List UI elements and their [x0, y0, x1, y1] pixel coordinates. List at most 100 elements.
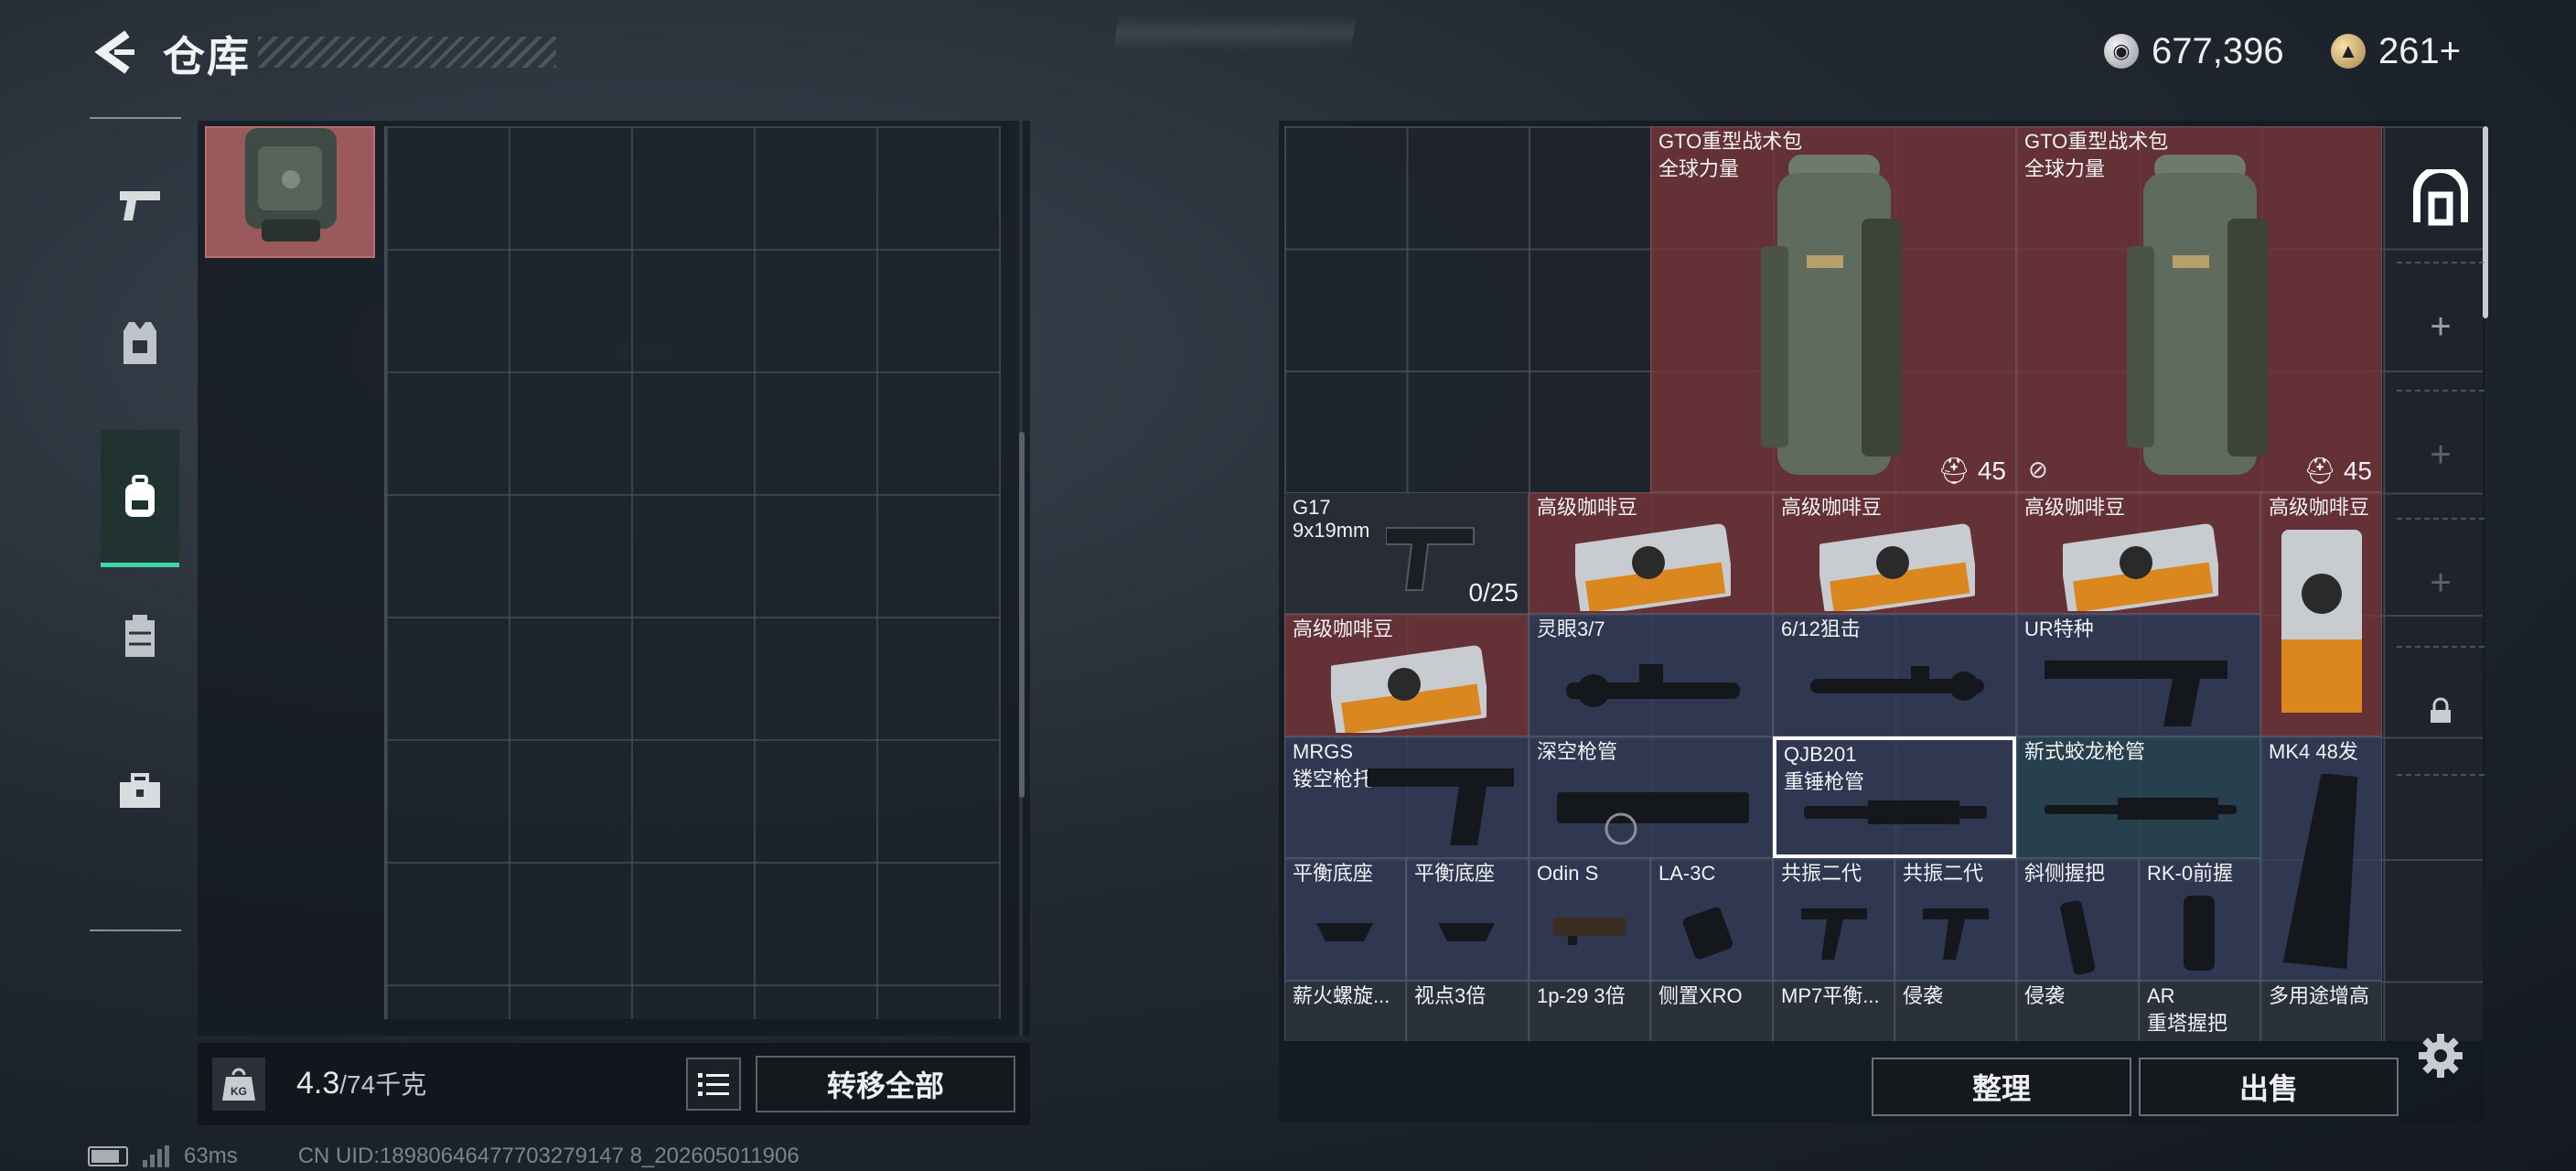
backpack-grid[interactable] — [384, 126, 1001, 1019]
transfer-all-button[interactable]: 转移全部 — [756, 1056, 1015, 1112]
inventory-item[interactable]: 侵袭 — [1894, 981, 2016, 1041]
stock-image — [2045, 661, 2227, 726]
backpack-footer: KG 4.3/74千克 转移全部 — [198, 1043, 1030, 1125]
item-name: UR特种 — [2024, 618, 2094, 640]
inventory-item[interactable]: MK4 48发 — [2260, 736, 2382, 981]
equipped-backpack-slot[interactable] — [205, 126, 375, 258]
category-armor[interactable] — [101, 274, 179, 412]
inventory-item[interactable]: GTO重型战术包 全球力量 ⊘ ⛑ 45 — [2016, 126, 2382, 492]
sort-button[interactable]: 整理 — [1872, 1058, 2131, 1116]
item-name: 多用途增高 — [2269, 984, 2370, 1007]
page-tab-locked[interactable] — [2397, 648, 2485, 776]
inventory-item[interactable]: 高级咖啡豆 — [1284, 614, 1529, 736]
item-name: QJB201 — [1784, 743, 1857, 766]
silver-currency[interactable]: ◉ 677,396 — [2104, 26, 2284, 77]
coffee-bag-image — [2063, 523, 2218, 611]
warehouse-grid[interactable]: GTO重型战术包 全球力量 ⛑ 45 GTO重型战术包 全球力量 ⊘ ⛑ 45 … — [1284, 126, 2483, 1041]
inventory-item[interactable]: 侧置XRO — [1650, 981, 1773, 1041]
page-tab-add[interactable]: + — [2397, 263, 2485, 392]
item-name: AR — [2147, 984, 2175, 1007]
warehouse-footer: 整理 出售 — [1279, 1045, 2485, 1123]
item-name: 侵袭 — [1903, 984, 1944, 1007]
category-backpack[interactable] — [101, 430, 179, 567]
inventory-item[interactable]: 视点3倍 — [1406, 981, 1529, 1041]
magazine-image — [2283, 774, 2358, 970]
inventory-item[interactable]: MRGS 镂空枪托 — [1284, 736, 1529, 858]
inventory-item[interactable]: 灵眼3/7 — [1529, 614, 1773, 736]
backpack-panel — [198, 121, 1030, 1036]
inventory-item-selected[interactable]: QJB201 重锤枪管 — [1773, 736, 2016, 858]
inventory-item[interactable]: 深空枪管 — [1529, 736, 1773, 858]
silver-currency-value: 677,396 — [2152, 30, 2284, 71]
backpack-scrollbar[interactable] — [1019, 432, 1025, 798]
barrel-image — [1557, 792, 1749, 845]
inventory-item[interactable]: Odin S — [1529, 858, 1650, 981]
settings-button[interactable] — [2413, 1028, 2468, 1083]
category-tools[interactable] — [101, 723, 179, 860]
inventory-item[interactable]: RK-0前握 — [2139, 858, 2260, 981]
barrel-image — [1804, 800, 1987, 824]
heavy-backpack-image — [1761, 155, 1902, 475]
inventory-item[interactable]: 薪火螺旋... — [1284, 981, 1406, 1041]
inventory-item[interactable]: 1p-29 3倍 — [1529, 981, 1650, 1041]
gold-currency[interactable]: ▲ 261+ — [2331, 26, 2461, 77]
warehouse-page-tabs: + + + — [2397, 135, 2485, 776]
inventory-item[interactable]: 侵袭 — [2016, 981, 2139, 1041]
lock-icon — [2431, 697, 2451, 723]
back-button[interactable] — [82, 20, 146, 84]
item-name: 灵眼3/7 — [1537, 618, 1605, 640]
inventory-item[interactable]: 斜侧握把 — [2016, 858, 2139, 981]
inventory-item[interactable]: LA-3C — [1650, 858, 1773, 981]
inventory-item[interactable]: 新式蛟龙枪管 — [2016, 736, 2260, 858]
inventory-item[interactable]: 多用途增高 — [2260, 981, 2382, 1041]
inventory-item[interactable]: 共振二代 — [1894, 858, 2016, 981]
item-name: Odin S — [1537, 862, 1599, 885]
category-weapons[interactable] — [101, 137, 179, 274]
page-tab-add[interactable]: + — [2397, 520, 2485, 648]
inventory-item[interactable]: UR特种 — [2016, 614, 2260, 736]
inventory-item[interactable]: GTO重型战术包 全球力量 ⛑ 45 — [1650, 126, 2016, 492]
signal-icon — [143, 1145, 169, 1167]
page-tab-add[interactable]: + — [2397, 392, 2485, 520]
item-name: 高级咖啡豆 — [2269, 496, 2370, 519]
inventory-item[interactable]: 高级咖啡豆 — [2260, 492, 2382, 736]
item-name: 6/12狙击 — [1781, 618, 1861, 640]
plus-icon: + — [2430, 562, 2452, 603]
ping-value: 63ms — [184, 1144, 238, 1168]
category-chest-rig[interactable] — [101, 567, 179, 704]
item-name: MK4 48发 — [2269, 740, 2358, 763]
inventory-item[interactable]: 6/12狙击 — [1773, 614, 2016, 736]
no-insure-icon: ⊘ — [2028, 456, 2048, 483]
inventory-item[interactable]: 共振二代 — [1773, 858, 1894, 981]
page-tab-main[interactable] — [2397, 135, 2485, 263]
item-name: 深空枪管 — [1537, 740, 1618, 763]
backpack-icon — [125, 474, 155, 517]
heavy-backpack-image — [2127, 155, 2268, 475]
helmet-icon: ⛑ — [1937, 457, 1971, 485]
item-name: G17 — [1293, 496, 1331, 519]
background-glare — [1112, 15, 1358, 51]
inventory-item[interactable]: AR 重塔握把 — [2139, 981, 2260, 1041]
list-view-button[interactable] — [686, 1058, 741, 1111]
inventory-item[interactable]: MP7平衡... — [1773, 981, 1894, 1041]
page-title: 仓库 — [163, 33, 251, 81]
item-name: 视点3倍 — [1414, 984, 1487, 1007]
inventory-item[interactable]: 高级咖啡豆 — [1529, 492, 1773, 614]
inventory-item[interactable]: 平衡底座 — [1284, 858, 1406, 981]
inventory-item[interactable]: 高级咖啡豆 — [1773, 492, 2016, 614]
item-subname: 重塔握把 — [2147, 1012, 2228, 1035]
item-name: 1p-29 3倍 — [1537, 984, 1626, 1007]
gear-icon — [2419, 1034, 2463, 1078]
coffee-bag-image — [2281, 530, 2362, 713]
pistol-icon — [120, 191, 160, 220]
scope-image — [1810, 666, 1984, 701]
inventory-item[interactable]: 平衡底座 — [1406, 858, 1529, 981]
sell-button[interactable]: 出售 — [2139, 1058, 2399, 1116]
grip-image — [2060, 900, 2096, 975]
kg-weight-icon: KG — [212, 1058, 265, 1111]
warehouse-home-icon — [2413, 169, 2468, 226]
item-name: 侧置XRO — [1658, 984, 1743, 1007]
mount-image — [1438, 923, 1495, 941]
inventory-item[interactable]: 高级咖啡豆 — [2016, 492, 2260, 614]
inventory-item[interactable]: G17 9x19mm 0/25 — [1284, 492, 1529, 614]
